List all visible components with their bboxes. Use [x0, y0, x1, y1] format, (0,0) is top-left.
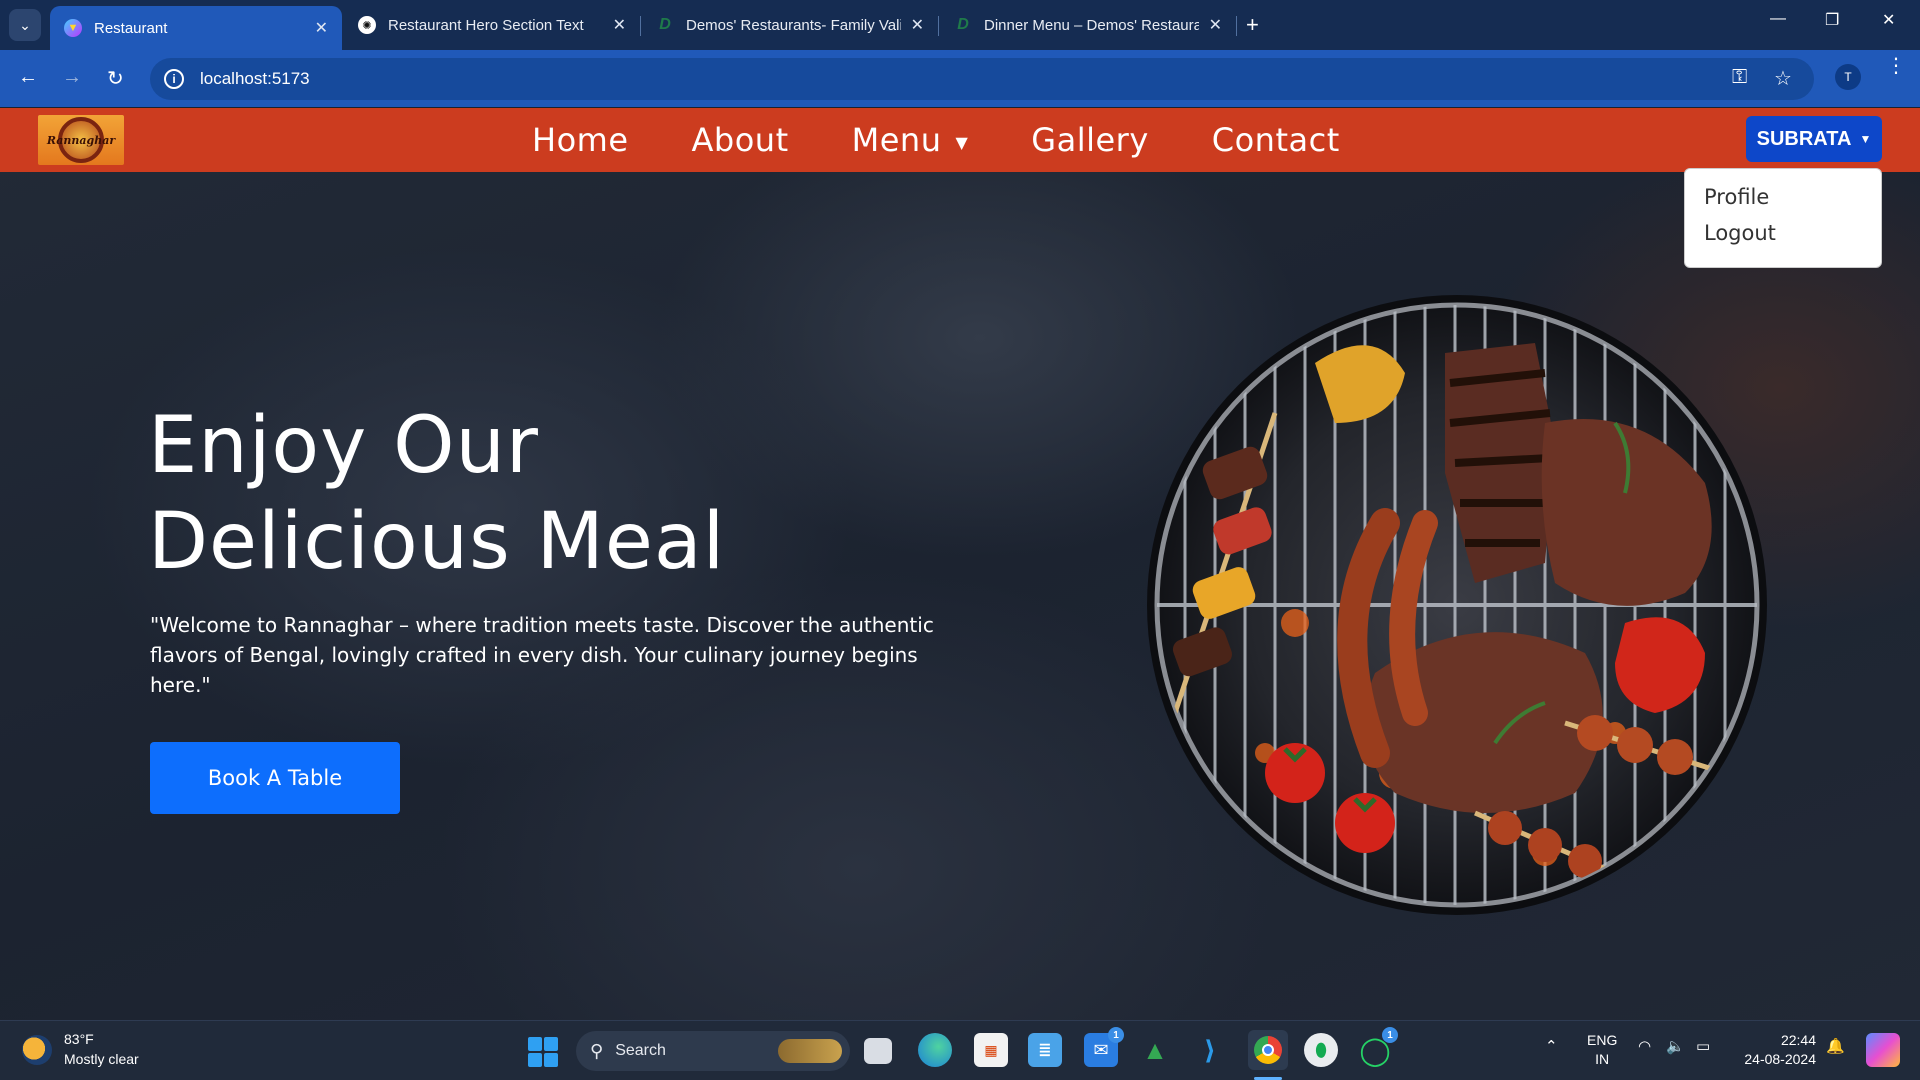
- mail-icon[interactable]: ✉ 1: [1084, 1027, 1124, 1067]
- grill-food-image: [1147, 295, 1767, 915]
- close-tab-icon[interactable]: ✕: [911, 15, 924, 35]
- hero-description: "Welcome to Rannaghar – where tradition …: [150, 613, 934, 697]
- vite-icon: ▼: [64, 19, 82, 37]
- nav-menu-label: Menu: [851, 121, 942, 159]
- browser-menu-icon[interactable]: ⋮: [1886, 56, 1906, 76]
- tab-title: Restaurant Hero Section Text: [388, 16, 584, 34]
- site-icon: D: [957, 16, 969, 33]
- search-icon: ⚲: [590, 1040, 604, 1061]
- lang-top: ENG: [1587, 1032, 1618, 1048]
- task-view-icon[interactable]: [864, 1038, 892, 1064]
- caret-down-icon: ▼: [955, 132, 969, 152]
- caret-down-icon: ▼: [1859, 132, 1872, 146]
- hero-title-line1: Enjoy Our: [148, 401, 539, 491]
- close-tab-icon[interactable]: ✕: [613, 15, 626, 35]
- tab-dinner-menu[interactable]: D Dinner Menu – Demos' Restaura ✕: [940, 6, 1236, 44]
- close-tab-icon[interactable]: ✕: [1209, 15, 1222, 35]
- start-button[interactable]: [528, 1037, 558, 1067]
- windows-logo-tile: [528, 1037, 542, 1051]
- tab-separator: [1236, 16, 1237, 36]
- reload-icon[interactable]: ↻: [107, 66, 124, 91]
- site-icon: D: [659, 16, 671, 33]
- password-key-icon[interactable]: ⚿: [1732, 66, 1747, 89]
- tab-hero-section-text[interactable]: ✺ Restaurant Hero Section Text ✕: [344, 6, 640, 44]
- logo-text: Rannaghar: [46, 133, 116, 147]
- whatsapp-badge: 1: [1382, 1027, 1398, 1043]
- google-drive-icon[interactable]: ▲: [1138, 1033, 1172, 1067]
- browser-tabstrip: ⌄ ▼ Restaurant ✕ ✺ Restaurant Hero Secti…: [0, 0, 1920, 50]
- tab-demos-restaurants[interactable]: D Demos' Restaurants- Family Vali ✕: [642, 6, 938, 44]
- weather-description[interactable]: Mostly clear: [64, 1051, 139, 1067]
- taskbar-search-label: Search: [615, 1042, 666, 1059]
- web-page: Rannaghar Home About Menu ▼ Gallery Conta…: [0, 108, 1920, 1020]
- vscode-icon[interactable]: ⟩: [1193, 1033, 1227, 1067]
- windows-taskbar: 83°F Mostly clear ⚲ Search ▦ ≣ ✉ 1 ▲ ⟩ ⬮ …: [0, 1020, 1920, 1080]
- tab-title: Dinner Menu – Demos' Restaura: [984, 16, 1199, 34]
- address-bar[interactable]: i localhost:5173 ⚿ ☆: [150, 58, 1814, 100]
- dropdown-item-logout[interactable]: Logout: [1685, 215, 1881, 251]
- weather-temperature[interactable]: 83°F: [64, 1031, 94, 1047]
- new-tab-button[interactable]: +: [1246, 12, 1259, 38]
- url-text[interactable]: localhost:5173: [200, 69, 310, 89]
- profile-avatar[interactable]: T: [1835, 64, 1861, 90]
- nav-home[interactable]: Home: [532, 121, 629, 159]
- mail-badge: 1: [1108, 1027, 1124, 1043]
- book-table-button[interactable]: Book A Table: [150, 742, 400, 814]
- chevron-down-icon: ⌄: [19, 16, 31, 33]
- copilot-icon[interactable]: [1866, 1033, 1900, 1067]
- browser-toolbar: ← → ↻ i localhost:5173 ⚿ ☆ T ⋮: [0, 50, 1920, 107]
- restore-icon[interactable]: ❐: [1825, 10, 1839, 30]
- clock-time: 22:44: [1780, 1032, 1816, 1048]
- user-dropdown-menu: Profile Logout: [1684, 168, 1882, 268]
- windows-logo-tile: [544, 1053, 558, 1067]
- minimize-icon[interactable]: —: [1770, 10, 1786, 28]
- close-window-icon[interactable]: ✕: [1882, 10, 1895, 30]
- notification-bell-icon[interactable]: 🔔: [1826, 1037, 1845, 1055]
- dropdown-item-profile[interactable]: Profile: [1685, 179, 1881, 215]
- weather-moon-icon[interactable]: [22, 1035, 52, 1065]
- tab-separator: [938, 16, 939, 36]
- user-menu-button[interactable]: SUBRATA ▼: [1746, 116, 1882, 162]
- edge-icon[interactable]: [918, 1033, 952, 1067]
- system-clock[interactable]: 22:44 24-08-2024: [1736, 1031, 1816, 1069]
- tab-title: Demos' Restaurants- Family Vali: [686, 16, 901, 34]
- taskbar-search[interactable]: ⚲ Search: [576, 1031, 850, 1071]
- close-tab-icon[interactable]: ✕: [315, 18, 328, 38]
- forward-icon[interactable]: →: [62, 66, 82, 89]
- tab-search-button[interactable]: ⌄: [9, 9, 41, 41]
- hero-title-line2: Delicious Meal: [148, 497, 726, 587]
- windows-logo-tile: [544, 1037, 558, 1051]
- search-highlight-image: [778, 1039, 842, 1063]
- show-hidden-icons[interactable]: ⌃: [1545, 1037, 1558, 1055]
- tab-separator: [640, 16, 641, 36]
- nav-menu[interactable]: Menu ▼: [852, 121, 969, 159]
- nav-about[interactable]: About: [692, 121, 789, 159]
- notepad-icon[interactable]: ≣: [1028, 1033, 1062, 1067]
- tab-title: Restaurant: [94, 19, 168, 37]
- tab-restaurant[interactable]: ▼ Restaurant ✕: [50, 6, 342, 50]
- nav-contact[interactable]: Contact: [1212, 121, 1340, 159]
- windows-logo-tile: [528, 1053, 542, 1067]
- site-navbar: Rannaghar Home About Menu ▼ Gallery Conta…: [0, 108, 1920, 172]
- store-icon[interactable]: ▦: [974, 1033, 1008, 1067]
- language-indicator[interactable]: ENG IN: [1587, 1031, 1617, 1069]
- back-icon[interactable]: ←: [18, 66, 38, 89]
- site-logo[interactable]: Rannaghar: [38, 115, 124, 165]
- lang-bottom: IN: [1595, 1051, 1610, 1067]
- wifi-icon[interactable]: ◠: [1638, 1037, 1651, 1055]
- nav-links: Home About Menu ▼ Gallery Contact: [532, 108, 1403, 172]
- site-info-icon[interactable]: i: [164, 69, 184, 89]
- hero-title: Enjoy Our Delicious Meal: [148, 398, 725, 590]
- user-name: SUBRATA: [1756, 127, 1852, 150]
- chatgpt-icon: ✺: [358, 16, 376, 34]
- chrome-icon: [1254, 1036, 1282, 1064]
- mongodb-compass-icon[interactable]: ⬮: [1304, 1033, 1338, 1067]
- bookmark-star-icon[interactable]: ☆: [1774, 66, 1792, 91]
- chrome-taskbar-button[interactable]: [1248, 1030, 1288, 1070]
- clock-date: 24-08-2024: [1744, 1051, 1816, 1067]
- battery-icon[interactable]: ▭: [1696, 1037, 1710, 1055]
- volume-icon[interactable]: 🔈: [1666, 1037, 1685, 1055]
- nav-gallery[interactable]: Gallery: [1031, 121, 1148, 159]
- whatsapp-icon[interactable]: ◯ 1: [1358, 1027, 1398, 1067]
